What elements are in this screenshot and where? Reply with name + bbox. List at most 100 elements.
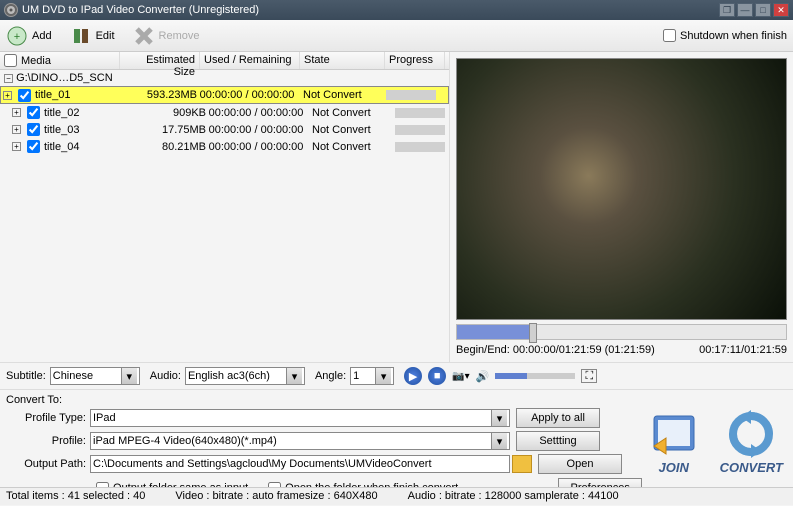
expand-icon[interactable]: + xyxy=(12,108,21,117)
file-size: 593.23MB xyxy=(117,89,197,101)
chevron-down-icon: ▾ xyxy=(375,368,391,384)
file-used: 00:00:00 / 00:00:00 xyxy=(206,107,306,119)
file-list: Media Estimated Size Used / Remaining St… xyxy=(0,52,450,362)
play-button[interactable]: ▶ xyxy=(404,367,422,385)
browse-folder-button[interactable] xyxy=(512,455,532,473)
status-items: Total items : 41 selected : 40 xyxy=(6,490,145,503)
maximize-button[interactable]: □ xyxy=(755,3,771,17)
open-button[interactable]: Open xyxy=(538,454,622,474)
file-checkbox[interactable] xyxy=(27,140,40,153)
file-name: title_04 xyxy=(44,141,126,153)
profile-type-label: Profile Type: xyxy=(6,412,86,424)
file-state: Not Convert xyxy=(306,107,391,119)
convert-button[interactable]: CONVERT xyxy=(720,410,783,475)
file-row[interactable]: + title_04 80.21MB 00:00:00 / 00:00:00 N… xyxy=(0,138,449,155)
file-row[interactable]: + title_03 17.75MB 00:00:00 / 00:00:00 N… xyxy=(0,121,449,138)
file-checkbox[interactable] xyxy=(27,106,40,119)
edit-icon xyxy=(70,25,92,47)
svg-text:+: + xyxy=(14,31,20,43)
file-name: title_03 xyxy=(44,124,126,136)
col-media[interactable]: Media xyxy=(0,52,120,69)
chevron-down-icon: ▾ xyxy=(491,433,507,449)
subtitle-select[interactable]: Chinese▾ xyxy=(50,367,140,385)
shutdown-checkbox[interactable]: Shutdown when finish xyxy=(663,29,787,42)
col-state[interactable]: State xyxy=(300,52,385,69)
angle-select[interactable]: 1▾ xyxy=(350,367,394,385)
output-path-field[interactable]: C:\Documents and Settings\agcloud\My Doc… xyxy=(90,455,510,473)
file-progress xyxy=(395,108,445,118)
file-state: Not Convert xyxy=(306,124,391,136)
profile-label: Profile: xyxy=(6,435,86,447)
restore-button[interactable]: ❐ xyxy=(719,3,735,17)
join-icon xyxy=(646,410,702,458)
add-label: Add xyxy=(32,30,52,42)
status-audio: Audio : bitrate : 128000 samplerate : 44… xyxy=(408,490,619,503)
file-size: 80.21MB xyxy=(126,141,206,153)
volume-icon: 🔊 xyxy=(476,370,490,383)
audio-label: Audio: xyxy=(150,370,181,382)
col-progress[interactable]: Progress xyxy=(385,52,445,69)
tree-root[interactable]: − G:\DINO…D5_SCN xyxy=(0,70,449,86)
remove-label: Remove xyxy=(159,30,200,42)
file-size: 17.75MB xyxy=(126,124,206,136)
subtitle-label: Subtitle: xyxy=(6,370,46,382)
convert-label: CONVERT xyxy=(720,460,783,475)
file-checkbox[interactable] xyxy=(18,89,31,102)
file-name: title_01 xyxy=(35,89,117,101)
fullscreen-button[interactable]: ⛶ xyxy=(581,369,597,383)
add-button[interactable]: + Add xyxy=(6,25,52,47)
edit-button[interactable]: Edit xyxy=(70,25,115,47)
close-button[interactable]: ✕ xyxy=(773,3,789,17)
remove-button[interactable]: Remove xyxy=(133,25,200,47)
chevron-down-icon: ▾ xyxy=(491,410,507,426)
file-used: 00:00:00 / 00:00:00 xyxy=(206,141,306,153)
expand-icon[interactable]: + xyxy=(12,142,21,151)
apply-all-button[interactable]: Apply to all xyxy=(516,408,600,428)
expand-icon[interactable]: + xyxy=(3,91,12,100)
file-name: title_02 xyxy=(44,107,126,119)
app-logo-icon xyxy=(4,3,18,17)
angle-label: Angle: xyxy=(315,370,346,382)
file-row[interactable]: + title_01 593.23MB 00:00:00 / 00:00:00 … xyxy=(0,86,449,104)
file-row[interactable]: + title_02 909KB 00:00:00 / 00:00:00 Not… xyxy=(0,104,449,121)
file-progress xyxy=(395,125,445,135)
file-progress xyxy=(395,142,445,152)
profile-select[interactable]: iPad MPEG-4 Video(640x480)(*.mp4)▾ xyxy=(90,432,510,450)
snapshot-button[interactable]: 📷▾ xyxy=(452,371,469,382)
status-bar: Total items : 41 selected : 40 Video : b… xyxy=(0,487,793,505)
stop-button[interactable]: ■ xyxy=(428,367,446,385)
setting-button[interactable]: Settting xyxy=(516,431,600,451)
col-size[interactable]: Estimated Size xyxy=(120,52,200,69)
seek-slider[interactable] xyxy=(456,324,787,340)
expand-icon[interactable]: + xyxy=(12,125,21,134)
file-used: 00:00:00 / 00:00:00 xyxy=(206,124,306,136)
current-time: 00:17:11/01:21:59 xyxy=(699,344,787,356)
convert-header: Convert To: xyxy=(6,394,787,406)
video-preview[interactable] xyxy=(456,58,787,320)
volume-slider[interactable] xyxy=(495,373,575,379)
file-used: 00:00:00 / 00:00:00 xyxy=(197,89,297,101)
minimize-button[interactable]: ― xyxy=(737,3,753,17)
beginend-time: Begin/End: 00:00:00/01:21:59 (01:21:59) xyxy=(456,344,655,356)
convert-icon xyxy=(723,410,779,458)
list-header: Media Estimated Size Used / Remaining St… xyxy=(0,52,449,70)
titlebar: UM DVD to IPad Video Converter (Unregist… xyxy=(0,0,793,20)
file-state: Not Convert xyxy=(306,141,391,153)
file-size: 909KB xyxy=(126,107,206,119)
shutdown-checkbox-input[interactable] xyxy=(663,29,676,42)
remove-icon xyxy=(133,25,155,47)
file-state: Not Convert xyxy=(297,89,382,101)
window-title: UM DVD to IPad Video Converter (Unregist… xyxy=(22,4,717,16)
chevron-down-icon: ▾ xyxy=(121,368,137,384)
audio-select[interactable]: English ac3(6ch)▾ xyxy=(185,367,305,385)
col-used[interactable]: Used / Remaining xyxy=(200,52,300,69)
file-checkbox[interactable] xyxy=(27,123,40,136)
shutdown-label: Shutdown when finish xyxy=(680,30,787,42)
preview-panel: Begin/End: 00:00:00/01:21:59 (01:21:59) … xyxy=(450,52,793,362)
edit-label: Edit xyxy=(96,30,115,42)
join-button[interactable]: JOIN xyxy=(646,410,702,475)
profile-type-select[interactable]: IPad▾ xyxy=(90,409,510,427)
tree-root-label: G:\DINO…D5_SCN xyxy=(16,72,113,84)
join-label: JOIN xyxy=(659,460,689,475)
toolbar: + Add Edit Remove Shutdown when finish xyxy=(0,20,793,52)
